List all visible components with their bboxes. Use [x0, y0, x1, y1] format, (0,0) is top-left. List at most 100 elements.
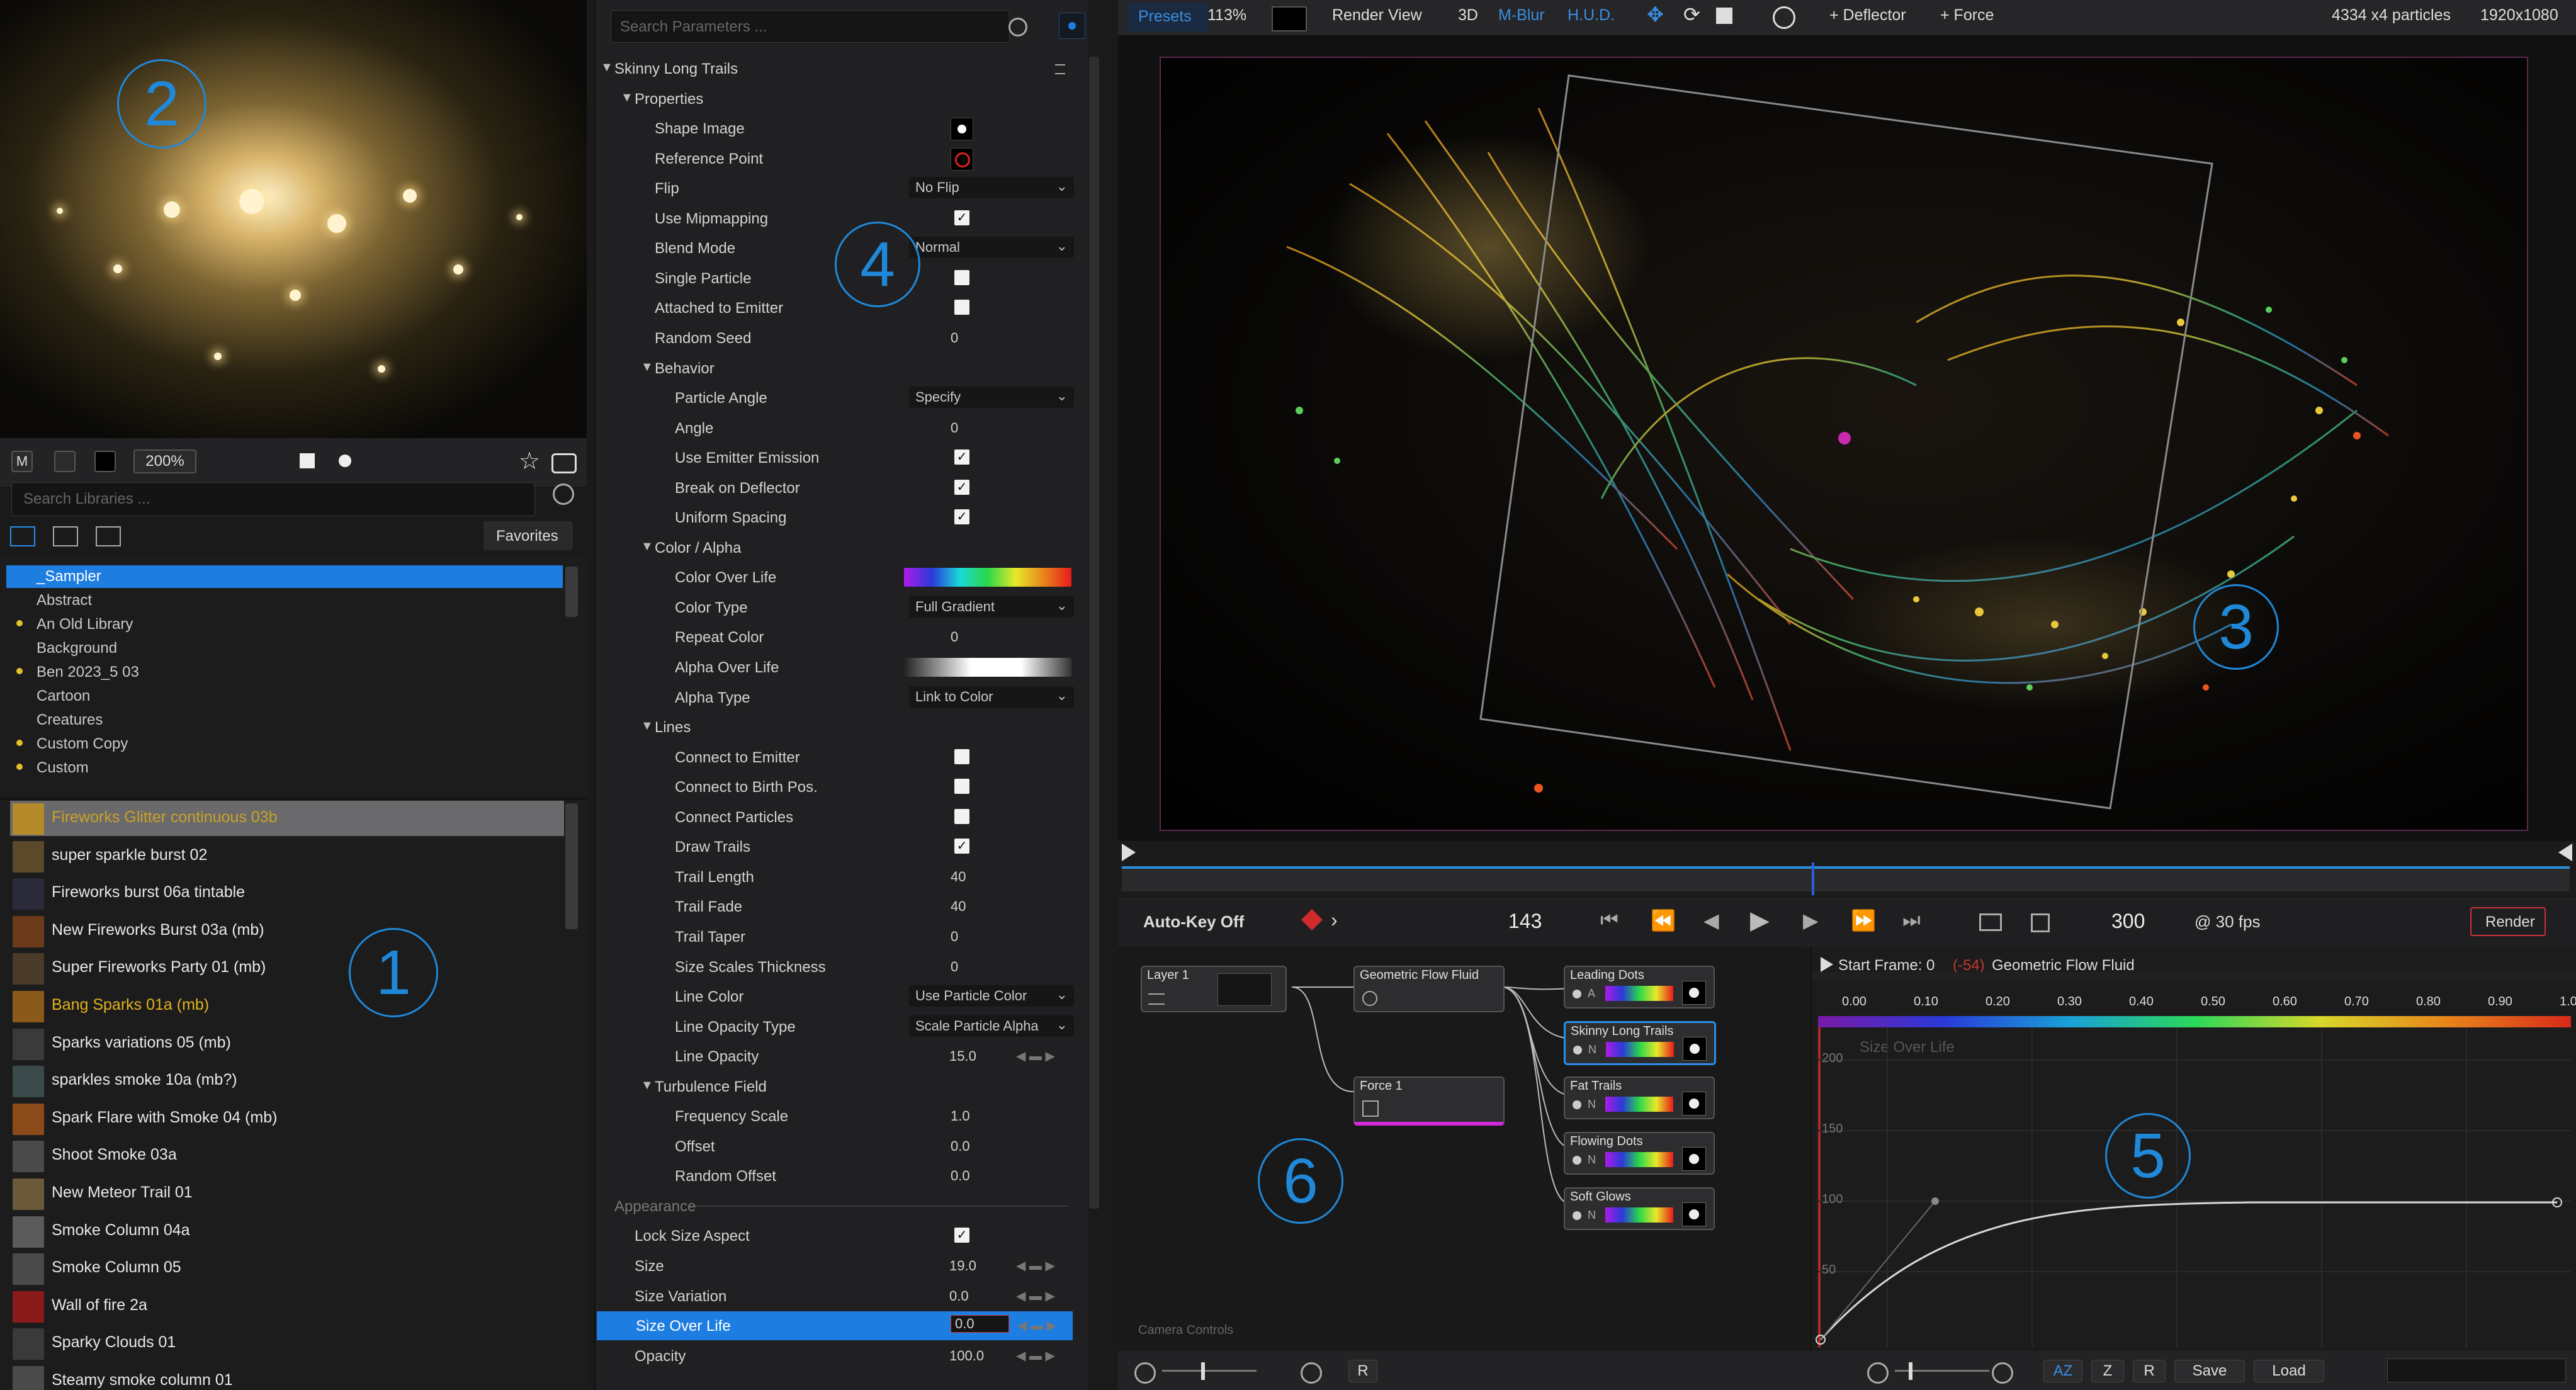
- param-stepper-icon[interactable]: ◀ ▬ ▶: [1016, 1288, 1055, 1304]
- param-row[interactable]: Connect Particles: [596, 803, 1074, 832]
- param-value[interactable]: 0.0: [951, 1168, 970, 1184]
- param-dropdown[interactable]: Use Particle Color ⌄: [909, 985, 1074, 1007]
- param-row[interactable]: Line Opacity 15.0 ◀ ▬ ▶: [596, 1042, 1074, 1071]
- timeline-track[interactable]: [1122, 862, 2570, 895]
- param-row[interactable]: Attached to Emitter: [596, 293, 1074, 322]
- preset-row[interactable]: Super Fireworks Party 01 (mb): [10, 951, 564, 986]
- gradient-editor[interactable]: [904, 568, 1071, 587]
- param-value[interactable]: 100.0: [949, 1348, 984, 1364]
- param-row[interactable]: Trail Length 40: [596, 862, 1074, 891]
- preset-row[interactable]: Bang Sparks 01a (mb): [10, 988, 564, 1024]
- gradient-editor[interactable]: [904, 658, 1071, 677]
- particle-node[interactable]: Fat Trails N: [1564, 1076, 1715, 1119]
- param-checkbox[interactable]: ✓: [954, 1228, 969, 1243]
- clear-param-search-icon[interactable]: [1008, 18, 1027, 37]
- preset-row[interactable]: Shoot Smoke 03a: [10, 1138, 564, 1173]
- param-checkbox[interactable]: [954, 808, 969, 824]
- timeline-start-marker-icon[interactable]: [1122, 844, 1136, 861]
- go-start-icon[interactable]: ⏮: [1600, 908, 1618, 932]
- param-checkbox[interactable]: ✓: [954, 210, 969, 225]
- param-row[interactable]: Line Color Use Particle Color ⌄: [596, 982, 1074, 1011]
- curve-editor[interactable]: Start Frame: 0 (-54) Geometric Flow Flui…: [1811, 947, 2576, 1351]
- step-back-icon[interactable]: ◀: [1703, 908, 1719, 932]
- preset-row[interactable]: Sparky Clouds 01: [10, 1326, 564, 1361]
- library-item[interactable]: An Old Library: [37, 616, 133, 633]
- param-dropdown[interactable]: No Flip ⌄: [909, 177, 1074, 199]
- layer-menu-icon[interactable]: [1148, 993, 1165, 1005]
- param-value[interactable]: 0: [951, 420, 958, 436]
- step-forward-icon[interactable]: ▶: [1803, 908, 1819, 932]
- render-button[interactable]: Render: [2470, 907, 2546, 936]
- favorite-star-icon[interactable]: ☆: [519, 447, 540, 475]
- visibility-dot-icon[interactable]: [1573, 1100, 1581, 1109]
- add-force-button[interactable]: + Force: [1940, 6, 1994, 25]
- param-row[interactable]: Opacity 100.0 ◀ ▬ ▶: [596, 1342, 1074, 1370]
- param-row[interactable]: Size 19.0 ◀ ▬ ▶: [596, 1252, 1074, 1280]
- library-item[interactable]: _Sampler: [37, 568, 101, 585]
- param-row[interactable]: Connect to Birth Pos.: [596, 772, 1074, 801]
- param-row[interactable]: Size Over Life 0.0 ◀ ▬ ▶: [597, 1311, 1073, 1341]
- favorites-button[interactable]: Favorites: [483, 521, 573, 550]
- keyframe-diamond-icon[interactable]: [1301, 909, 1323, 930]
- param-row[interactable]: Break on Deflector ✓: [596, 473, 1074, 502]
- clear-search-icon[interactable]: [553, 483, 574, 505]
- param-row[interactable]: Connect to Emitter: [596, 743, 1074, 772]
- param-row[interactable]: Alpha Over Life: [596, 653, 1074, 682]
- param-checkbox[interactable]: ✓: [954, 509, 969, 525]
- pingpong-icon[interactable]: [2031, 913, 2050, 932]
- param-dropdown[interactable]: Scale Particle Alpha ⌄: [909, 1015, 1074, 1037]
- blend-mode-letter[interactable]: N: [1588, 1098, 1596, 1111]
- param-checkbox[interactable]: ✓: [954, 479, 969, 495]
- preset-row[interactable]: Smoke Column 05: [10, 1251, 564, 1286]
- param-checkbox[interactable]: ✓: [954, 449, 969, 465]
- timeline[interactable]: [1118, 841, 2576, 898]
- param-row[interactable]: Trail Taper 0: [596, 922, 1074, 951]
- reset-view-button[interactable]: R: [1348, 1360, 1377, 1382]
- particle-node[interactable]: Skinny Long Trails N: [1564, 1021, 1716, 1065]
- library-item[interactable]: Custom: [37, 759, 89, 777]
- go-end-icon[interactable]: ⏭: [1902, 908, 1921, 932]
- library-item[interactable]: Cartoon: [37, 687, 90, 705]
- param-row[interactable]: Trail Fade 40: [596, 892, 1074, 921]
- preset-row[interactable]: sparkles smoke 10a (mb?): [10, 1063, 564, 1099]
- shape-image-swatch[interactable]: [951, 118, 973, 141]
- preset-row[interactable]: Smoke Column 04a: [10, 1214, 564, 1249]
- particle-node[interactable]: Flowing Dots N: [1564, 1132, 1715, 1175]
- render-canvas[interactable]: 3: [1160, 57, 2528, 831]
- visibility-dot-icon[interactable]: [1573, 1046, 1582, 1054]
- curve-zoom-in-icon[interactable]: [1992, 1362, 2013, 1384]
- param-row[interactable]: Repeat Color 0: [596, 623, 1074, 652]
- param-stepper-icon[interactable]: ◀ ▬ ▶: [1016, 1048, 1055, 1064]
- preset-row[interactable]: New Fireworks Burst 03a (mb): [10, 913, 564, 949]
- param-stepper-icon[interactable]: ◀ ▬ ▶: [1016, 1258, 1055, 1274]
- visibility-dot-icon[interactable]: [1573, 1211, 1581, 1220]
- param-value[interactable]: 0: [951, 959, 958, 975]
- fast-forward-icon[interactable]: ⏩: [1851, 908, 1876, 932]
- preset-row[interactable]: Steamy smoke column 01: [10, 1364, 564, 1390]
- param-value[interactable]: 0.0: [949, 1288, 969, 1304]
- collapse-triangle-icon[interactable]: ▼: [641, 719, 653, 733]
- curve-preset-field[interactable]: [2387, 1359, 2566, 1382]
- library-scrollbar[interactable]: [565, 567, 578, 617]
- grid-view-icon[interactable]: [96, 526, 121, 546]
- render-view-button[interactable]: Render View: [1332, 6, 1422, 25]
- next-key-icon[interactable]: ›: [1331, 908, 1338, 932]
- zoom-button[interactable]: Z: [2091, 1360, 2124, 1382]
- param-scrollbar[interactable]: [1089, 57, 1099, 1209]
- visibility-dot-icon[interactable]: [1573, 1156, 1581, 1165]
- particle-node[interactable]: Soft Glows N: [1564, 1187, 1715, 1230]
- param-checkbox[interactable]: [954, 779, 969, 794]
- param-dropdown[interactable]: Link to Color ⌄: [909, 686, 1074, 708]
- curve-zoom-slider-thumb[interactable]: [1909, 1362, 1912, 1380]
- visibility-dot-icon[interactable]: [1573, 990, 1581, 998]
- collapse-triangle-icon[interactable]: ▼: [641, 1078, 653, 1093]
- camera-icon[interactable]: [551, 453, 577, 473]
- param-row[interactable]: Random Seed 0: [596, 324, 1074, 353]
- param-value[interactable]: 15.0: [949, 1048, 976, 1065]
- parameter-search-input[interactable]: Search Parameters ...: [611, 10, 1010, 43]
- param-row[interactable]: Shape Image: [596, 114, 1074, 143]
- mode-button[interactable]: M: [11, 451, 33, 472]
- zoom-in-icon[interactable]: [1301, 1362, 1322, 1384]
- viewer-zoom[interactable]: 113%: [1207, 6, 1246, 25]
- param-row[interactable]: Line Opacity Type Scale Particle Alpha ⌄: [596, 1012, 1074, 1041]
